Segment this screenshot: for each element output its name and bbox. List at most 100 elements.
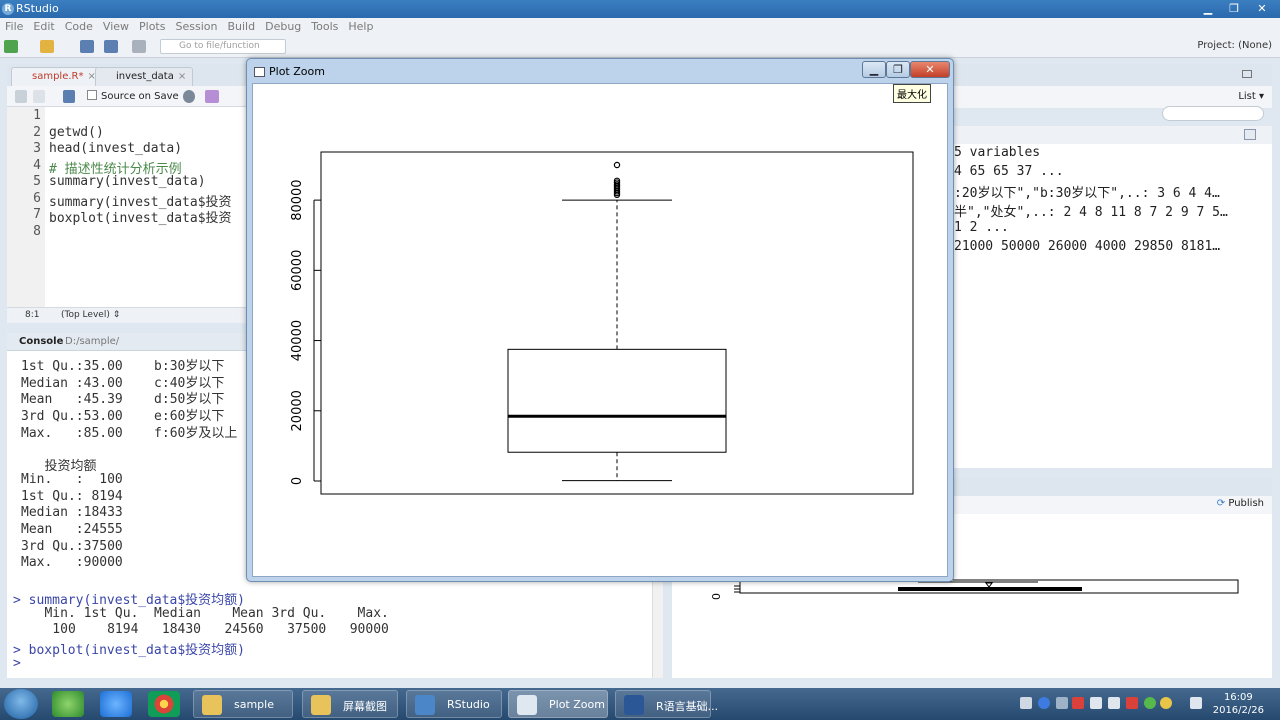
environment-search-input[interactable]: [1162, 106, 1264, 121]
code-tools-icon[interactable]: [205, 90, 219, 103]
menu-item-tools[interactable]: Tools: [306, 18, 343, 33]
windows-taskbar: sample 屏幕截图 RStudio Plot Zoom R语言基础... 16:09…: [0, 688, 1280, 720]
line-gutter: 12345678: [7, 107, 45, 307]
environment-entry[interactable]: 21000 50000 26000 4000 29850 8181…: [954, 239, 1220, 254]
plots-toolbar: ⟳ Publish: [954, 496, 1272, 514]
zoom-close-button[interactable]: ✕: [910, 61, 950, 78]
save-all-icon[interactable]: [104, 40, 118, 53]
tab-sample-r[interactable]: sample.R* ×: [11, 67, 103, 86]
plot-zoom-window: Plot Zoom ▁ ❐ ✕ 0 20000 40000 60000 80000 最大…: [246, 58, 954, 582]
line-number: 8: [33, 223, 41, 239]
boxplot-chart: 0 20000 40000 60000 80000: [290, 151, 914, 495]
taskbar-item[interactable]: RStudio: [406, 690, 502, 718]
back-icon[interactable]: [15, 90, 27, 103]
console-output-line: Min. 1st Qu. Median Mean 3rd Qu. Max.: [21, 605, 389, 621]
maximize-tooltip: 最大化: [893, 84, 931, 103]
zoom-minimize-button[interactable]: ▁: [862, 61, 886, 78]
taskbar-item-label: sample: [234, 698, 274, 711]
menu-item-debug[interactable]: Debug: [260, 18, 306, 33]
taskbar-item[interactable]: 屏幕截图: [302, 690, 398, 718]
menu-item-session[interactable]: Session: [170, 18, 222, 33]
close-tab-icon[interactable]: ×: [178, 71, 186, 82]
tray-app-icon[interactable]: [1160, 697, 1172, 709]
close-button[interactable]: ✕: [1250, 1, 1274, 16]
environment-entry[interactable]: :20岁以下","b:30岁以下",..: 3 6 4 4…: [954, 182, 1220, 201]
line-number: 2: [33, 124, 41, 140]
code-line[interactable]: summary(invest_data): [49, 174, 206, 189]
tray-app-icon[interactable]: [1056, 697, 1068, 709]
system-clock[interactable]: 16:09 2016/2/26: [1213, 691, 1264, 717]
start-button[interactable]: [4, 689, 38, 719]
menu-item-edit[interactable]: Edit: [28, 18, 59, 33]
feather-app-icon[interactable]: [100, 691, 132, 717]
maximize-pane-icon[interactable]: [1242, 70, 1252, 78]
plot-zoom-title: Plot Zoom: [269, 65, 325, 78]
environment-entry[interactable]: 半","处女",..: 2 4 8 11 8 7 2 9 7 5…: [954, 201, 1228, 220]
menu-item-view[interactable]: View: [98, 18, 134, 33]
y-tick-label: 60000: [290, 250, 305, 291]
taskbar-item-label: Plot Zoom: [549, 698, 605, 711]
source-on-save-checkbox[interactable]: Source on Save: [87, 90, 179, 102]
scope-selector[interactable]: (Top Level) ⇕: [61, 310, 120, 320]
help-icon[interactable]: [1038, 697, 1050, 709]
taskbar-app-icon: [202, 695, 222, 715]
goto-file-input[interactable]: Go to file/function: [160, 39, 286, 54]
chrome-icon[interactable]: [148, 691, 180, 717]
plot-frame: [320, 151, 914, 495]
open-file-icon[interactable]: [40, 40, 54, 53]
console-output-line: Min. : 100: [21, 471, 123, 487]
environment-entry[interactable]: 5 variables: [954, 145, 1040, 160]
minimize-button[interactable]: ▁: [1196, 1, 1220, 16]
editor-toolbar: Source on Save: [7, 86, 247, 107]
tray-app-icon[interactable]: [1126, 697, 1138, 709]
flag-icon[interactable]: [1090, 697, 1102, 709]
console-output-line: Max. :85.00 f:60岁及以上: [21, 425, 238, 441]
taskbar-item[interactable]: sample: [193, 690, 293, 718]
tray-app-icon[interactable]: [1072, 697, 1084, 709]
maximize-button[interactable]: ❐: [1222, 1, 1246, 16]
speaker-icon[interactable]: [1108, 697, 1120, 709]
keyboard-icon[interactable]: [1020, 697, 1032, 709]
code-line[interactable]: boxplot(invest_data$投资: [49, 207, 232, 226]
tab-invest-data[interactable]: invest_data ×: [95, 67, 194, 86]
grid-view-icon[interactable]: [1244, 129, 1256, 140]
save-icon[interactable]: [80, 40, 94, 53]
security-icon[interactable]: [1144, 697, 1156, 709]
code-editor[interactable]: 12345678 getwd() head(invest_data) # 描述性统计…: [7, 107, 247, 307]
menu-item-file[interactable]: File: [0, 18, 28, 33]
forward-icon[interactable]: [33, 90, 45, 103]
list-view-dropdown[interactable]: List ▾: [1238, 91, 1264, 102]
environment-section-band: [954, 126, 1272, 144]
environment-entry[interactable]: 4 65 65 37 ...: [954, 164, 1064, 179]
window-icon: [254, 67, 265, 77]
save-icon[interactable]: [63, 90, 75, 103]
menu-item-code[interactable]: Code: [60, 18, 98, 33]
background-marker: [985, 582, 993, 588]
line-number: 7: [33, 207, 41, 222]
clock-date: 2016/2/26: [1212, 705, 1264, 716]
network-icon[interactable]: [1190, 697, 1202, 709]
environment-tabs: EnvironmentHistory: [684, 64, 1272, 86]
menu-item-help[interactable]: Help: [343, 18, 378, 33]
taskbar-item[interactable]: R语言基础...: [615, 690, 718, 718]
taskbar-item[interactable]: Plot Zoom: [508, 690, 608, 718]
environment-entry[interactable]: 1 2 ...: [954, 220, 1009, 235]
360-browser-icon[interactable]: [52, 691, 84, 717]
new-file-icon[interactable]: [4, 40, 18, 53]
line-number: 3: [33, 141, 41, 156]
print-icon[interactable]: [132, 40, 146, 53]
code-line[interactable]: getwd(): [49, 125, 104, 140]
line-number: 5: [33, 174, 41, 189]
code-line[interactable]: head(invest_data): [49, 141, 182, 156]
search-icon[interactable]: [183, 90, 195, 103]
publish-button[interactable]: ⟳ Publish: [1217, 498, 1264, 509]
menu-item-plots[interactable]: Plots: [134, 18, 170, 33]
files-tabs: [954, 478, 1272, 496]
menu-item-build[interactable]: Build: [222, 18, 260, 33]
zoom-maximize-button[interactable]: ❐: [886, 61, 910, 78]
project-menu[interactable]: Project: (None): [1197, 40, 1272, 51]
tab-label: sample.R*: [32, 71, 84, 82]
line-number: 6: [33, 190, 41, 206]
line-number: 4: [33, 157, 41, 173]
console-label[interactable]: Console: [19, 336, 63, 347]
